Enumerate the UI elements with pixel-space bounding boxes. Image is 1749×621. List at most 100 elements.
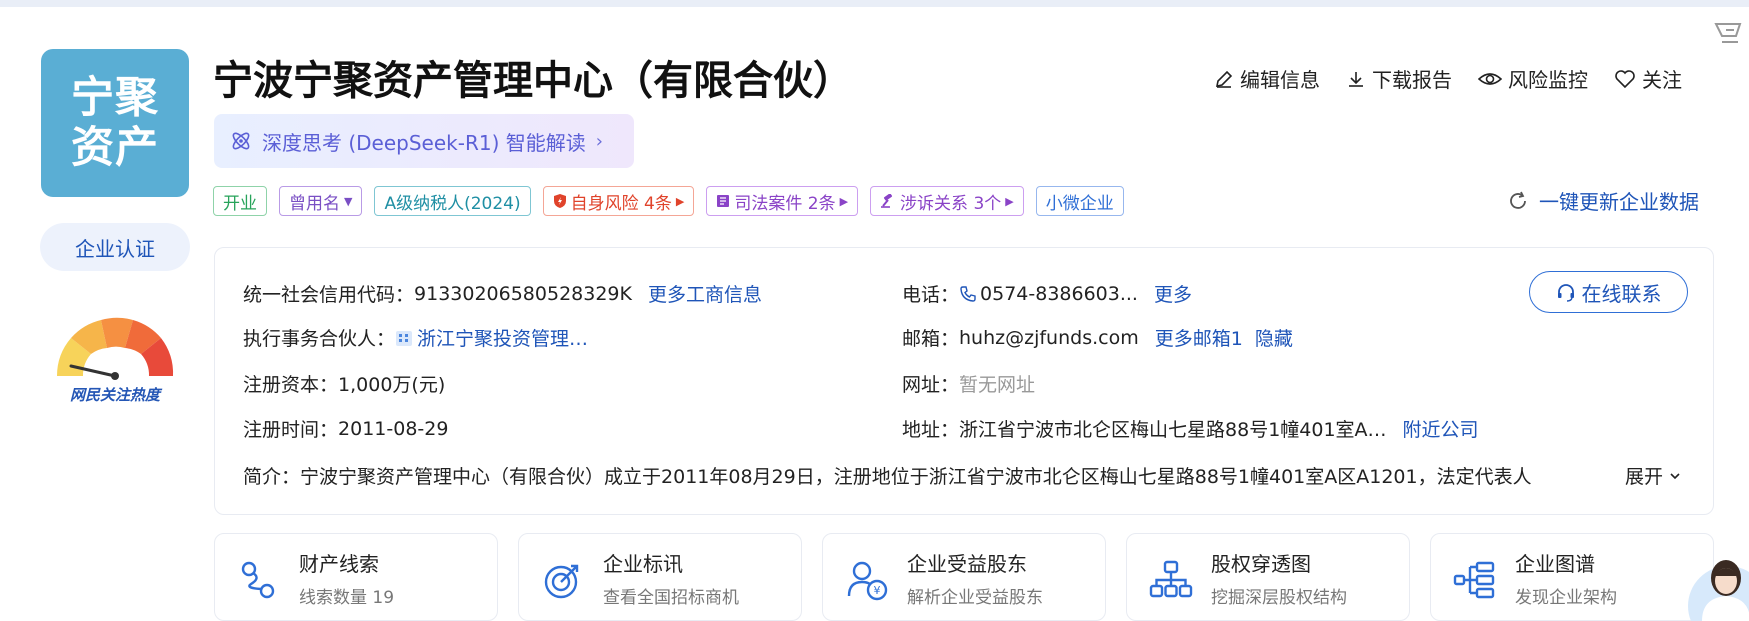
expand-intro-label: 展开 xyxy=(1624,466,1663,488)
small-enterprise-badge: 小微企业 xyxy=(1035,186,1124,216)
enterprise-graph-title: 企业图谱 xyxy=(1515,552,1595,576)
website-value: 暂无网址 xyxy=(959,374,1036,396)
eye-icon xyxy=(1478,72,1502,85)
litigation-tag[interactable]: 涉诉关系 3个 ▶ xyxy=(870,186,1024,216)
gavel-icon xyxy=(881,194,893,208)
header-actions: 编辑信息 下载报告 风险监控 关注 xyxy=(1214,64,1682,93)
download-report-button[interactable]: 下载报告 xyxy=(1346,64,1452,93)
graph-tree-icon xyxy=(1453,561,1495,599)
company-logo: 宁聚 资产 xyxy=(41,49,189,197)
self-risk-tag[interactable]: 自身风险 4条 ▶ xyxy=(542,186,695,216)
heat-gauge-icon xyxy=(56,317,174,380)
equity-penetration-title: 股权穿透图 xyxy=(1211,552,1311,576)
equity-penetration-card[interactable]: 股权穿透图 挖掘深层股权结构 xyxy=(1126,533,1410,621)
risk-monitor-button[interactable]: 风险监控 xyxy=(1478,64,1588,93)
beneficiary-icon: ¥ xyxy=(847,561,888,601)
phone-value: 0574-8386603... xyxy=(980,282,1138,305)
refresh-icon xyxy=(1510,191,1526,209)
asset-clues-card[interactable]: 财产线索 线索数量 19 xyxy=(214,533,498,621)
heat-gauge-label: 网民关注热度 xyxy=(69,386,160,404)
bidding-card[interactable]: 企业标讯 查看全国招标商机 xyxy=(518,533,802,621)
company-icon xyxy=(396,330,413,346)
judicial-cases-tag[interactable]: 司法案件 2条 ▶ xyxy=(706,186,859,216)
chevron-right-icon: › xyxy=(595,130,603,152)
judicial-cases-label: 司法案件 2条 xyxy=(734,193,836,214)
headset-icon xyxy=(1557,284,1574,302)
address-value: 浙江省宁波市北仑区梅山七星路88号1幢401室A… xyxy=(959,419,1387,441)
intro-row: 简介： 宁波宁聚资产管理中心（有限合伙）成立于2011年08月29日，注册地位于… xyxy=(243,462,1683,489)
svg-text:¥: ¥ xyxy=(874,584,881,597)
refresh-data-label: 一键更新企业数据 xyxy=(1539,190,1699,214)
asset-clues-icon xyxy=(241,561,275,599)
caret-right-icon: ▶ xyxy=(675,194,685,208)
credit-code-label: 统一社会信用代码： xyxy=(243,284,415,306)
website-row: 网址： 暂无网址 xyxy=(902,370,1035,397)
asset-clues-title: 财产线索 xyxy=(299,552,379,576)
hide-email-link[interactable]: 隐藏 xyxy=(1255,324,1293,351)
beneficial-owner-card[interactable]: ¥ 企业受益股东 解析企业受益股东 xyxy=(822,533,1106,621)
phone-row: 电话： 0574-8386603... 更多 xyxy=(902,280,1192,307)
enterprise-cert-button[interactable]: 企业认证 xyxy=(40,223,190,271)
intro-text: 宁波宁聚资产管理中心（有限合伙）成立于2011年08月29日，注册地位于浙江省宁… xyxy=(300,466,1532,488)
download-report-label: 下载报告 xyxy=(1372,68,1452,92)
partner-label: 执行事务合伙人： xyxy=(243,328,396,350)
partner-row: 执行事务合伙人： 浙江宁聚投资管理… xyxy=(243,324,588,351)
capital-label: 注册资本： xyxy=(243,374,339,396)
enterprise-graph-sub: 发现企业架构 xyxy=(1515,588,1617,608)
assistant-avatar[interactable] xyxy=(1680,548,1749,621)
follow-label: 关注 xyxy=(1642,68,1682,92)
online-contact-button[interactable]: 在线联系 xyxy=(1529,271,1688,313)
phone-icon xyxy=(960,285,976,302)
equity-penetration-sub: 挖掘深层股权结构 xyxy=(1211,588,1347,608)
more-business-info-link[interactable]: 更多工商信息 xyxy=(648,280,762,307)
edit-info-button[interactable]: 编辑信息 xyxy=(1214,64,1320,93)
address-label: 地址： xyxy=(902,419,960,441)
caret-right-icon: ▶ xyxy=(1005,194,1014,208)
chevron-down-icon xyxy=(1670,472,1680,479)
more-phone-link[interactable]: 更多 xyxy=(1154,280,1192,307)
refresh-data-button[interactable]: 一键更新企业数据 xyxy=(1507,186,1699,215)
email-row: 邮箱： huhz@zjfunds.com 更多邮箱1 隐藏 xyxy=(902,324,1293,351)
target-icon xyxy=(544,564,579,599)
company-name: 宁波宁聚资产管理中心（有限合伙） xyxy=(213,58,853,104)
email-label: 邮箱： xyxy=(902,328,960,350)
status-badge: 开业 xyxy=(213,186,267,216)
company-tags: 开业 曾用名 ▼ A级纳税人(2024) 自身风险 4条 ▶ 司法案件 2条 ▶… xyxy=(213,186,1136,216)
more-email-link[interactable]: 更多邮箱1 xyxy=(1155,324,1243,351)
heart-icon xyxy=(1615,69,1635,88)
beneficial-owner-title: 企业受益股东 xyxy=(907,552,1027,576)
bidding-title: 企业标讯 xyxy=(603,552,683,576)
former-name-label: 曾用名 xyxy=(289,193,340,214)
website-label: 网址： xyxy=(902,374,960,396)
tax-rating-badge[interactable]: A级纳税人(2024) xyxy=(374,186,531,216)
deepseek-ai-label: 深度思考 (DeepSeek-R1) 智能解读 xyxy=(262,130,586,155)
logo-line-2: 资产 xyxy=(71,123,159,173)
caret-right-icon: ▶ xyxy=(839,194,849,208)
phone-label: 电话： xyxy=(902,284,960,306)
beneficial-owner-sub: 解析企业受益股东 xyxy=(907,588,1043,608)
former-name-dropdown[interactable]: 曾用名 ▼ xyxy=(279,186,363,216)
feature-cards: 财产线索 线索数量 19 企业标讯 查看全国招标商机 ¥ 企业受益股东 解析企业… xyxy=(214,533,1734,621)
capital-value: 1,000万(元) xyxy=(338,374,446,396)
bidding-sub: 查看全国招标商机 xyxy=(603,588,739,608)
partner-link[interactable]: 浙江宁聚投资管理… xyxy=(417,324,588,351)
top-strip xyxy=(0,0,1749,7)
asset-clues-sub: 线索数量 19 xyxy=(299,588,395,608)
deepseek-ai-button[interactable]: 深度思考 (DeepSeek-R1) 智能解读 › xyxy=(214,114,634,168)
nearby-companies-link[interactable]: 附近公司 xyxy=(1403,415,1479,442)
pencil-icon xyxy=(1215,70,1233,88)
self-risk-label: 自身风险 4条 xyxy=(570,193,672,214)
enterprise-graph-card[interactable]: 企业图谱 发现企业架构 xyxy=(1430,533,1714,621)
address-row: 地址： 浙江省宁波市北仑区梅山七星路88号1幢401室A… 附近公司 xyxy=(902,415,1479,442)
logo-line-1: 宁聚 xyxy=(71,73,159,123)
follow-button[interactable]: 关注 xyxy=(1614,64,1682,93)
expand-intro-button[interactable]: 展开 xyxy=(1625,462,1683,489)
reg-date-value: 2011-08-29 xyxy=(338,417,449,440)
edit-info-label: 编辑信息 xyxy=(1240,68,1320,92)
credit-code-row: 统一社会信用代码： 91330206580528329K 更多工商信息 xyxy=(243,280,762,307)
atom-icon xyxy=(232,132,250,150)
reg-date-label: 注册时间： xyxy=(243,419,339,441)
cart-icon[interactable] xyxy=(1714,20,1744,56)
shield-icon xyxy=(553,194,566,208)
litigation-label: 涉诉关系 3个 xyxy=(900,193,1002,214)
